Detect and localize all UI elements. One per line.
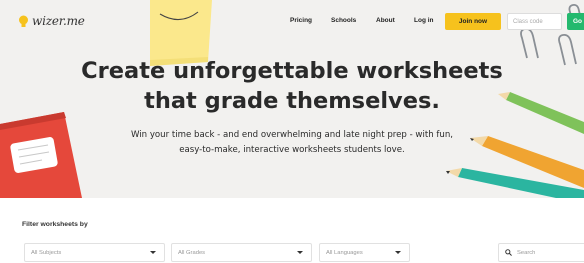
top-nav: wizer.me Pricing Schools About Log in Jo… [0,0,584,44]
nav-link-pricing[interactable]: Pricing [290,17,312,24]
filter-heading: Filter worksheets by [22,221,88,228]
logo-text: wizer.me [32,14,85,28]
languages-select[interactable]: All Languages [319,243,410,262]
hero-section: wizer.me Pricing Schools About Log in Jo… [0,0,584,198]
search-placeholder: Search [517,249,536,256]
nav-link-about[interactable]: About [376,17,395,24]
hero-subtitle: Win your time back - and end overwhelmin… [0,128,584,158]
join-now-button[interactable]: Join now [445,13,501,30]
class-code-input[interactable]: Class code [507,13,562,30]
lightbulb-icon [19,15,28,27]
grades-select-value: All Grades [178,249,206,256]
search-icon [505,249,512,256]
headline-line-1: Create unforgettable worksheets [81,58,503,84]
nav-link-login[interactable]: Log in [414,17,434,24]
nav-link-schools[interactable]: Schools [331,17,356,24]
subtitle-line-2: easy-to-make, interactive worksheets stu… [179,145,405,155]
headline-line-2: that grade themselves. [144,88,440,114]
brand-logo[interactable]: wizer.me [18,14,85,28]
chevron-down-icon [150,251,156,254]
search-input[interactable]: Search [498,243,584,262]
subtitle-line-1: Win your time back - and end overwhelmin… [130,130,454,140]
subjects-select-value: All Subjects [31,249,62,256]
go-button[interactable]: Go [567,13,584,30]
languages-select-value: All Languages [326,249,363,256]
chevron-down-icon [395,251,401,254]
grades-select[interactable]: All Grades [171,243,312,262]
hero-headline: Create unforgettable worksheets that gra… [0,56,584,116]
chevron-down-icon [297,251,303,254]
subjects-select[interactable]: All Subjects [24,243,165,262]
